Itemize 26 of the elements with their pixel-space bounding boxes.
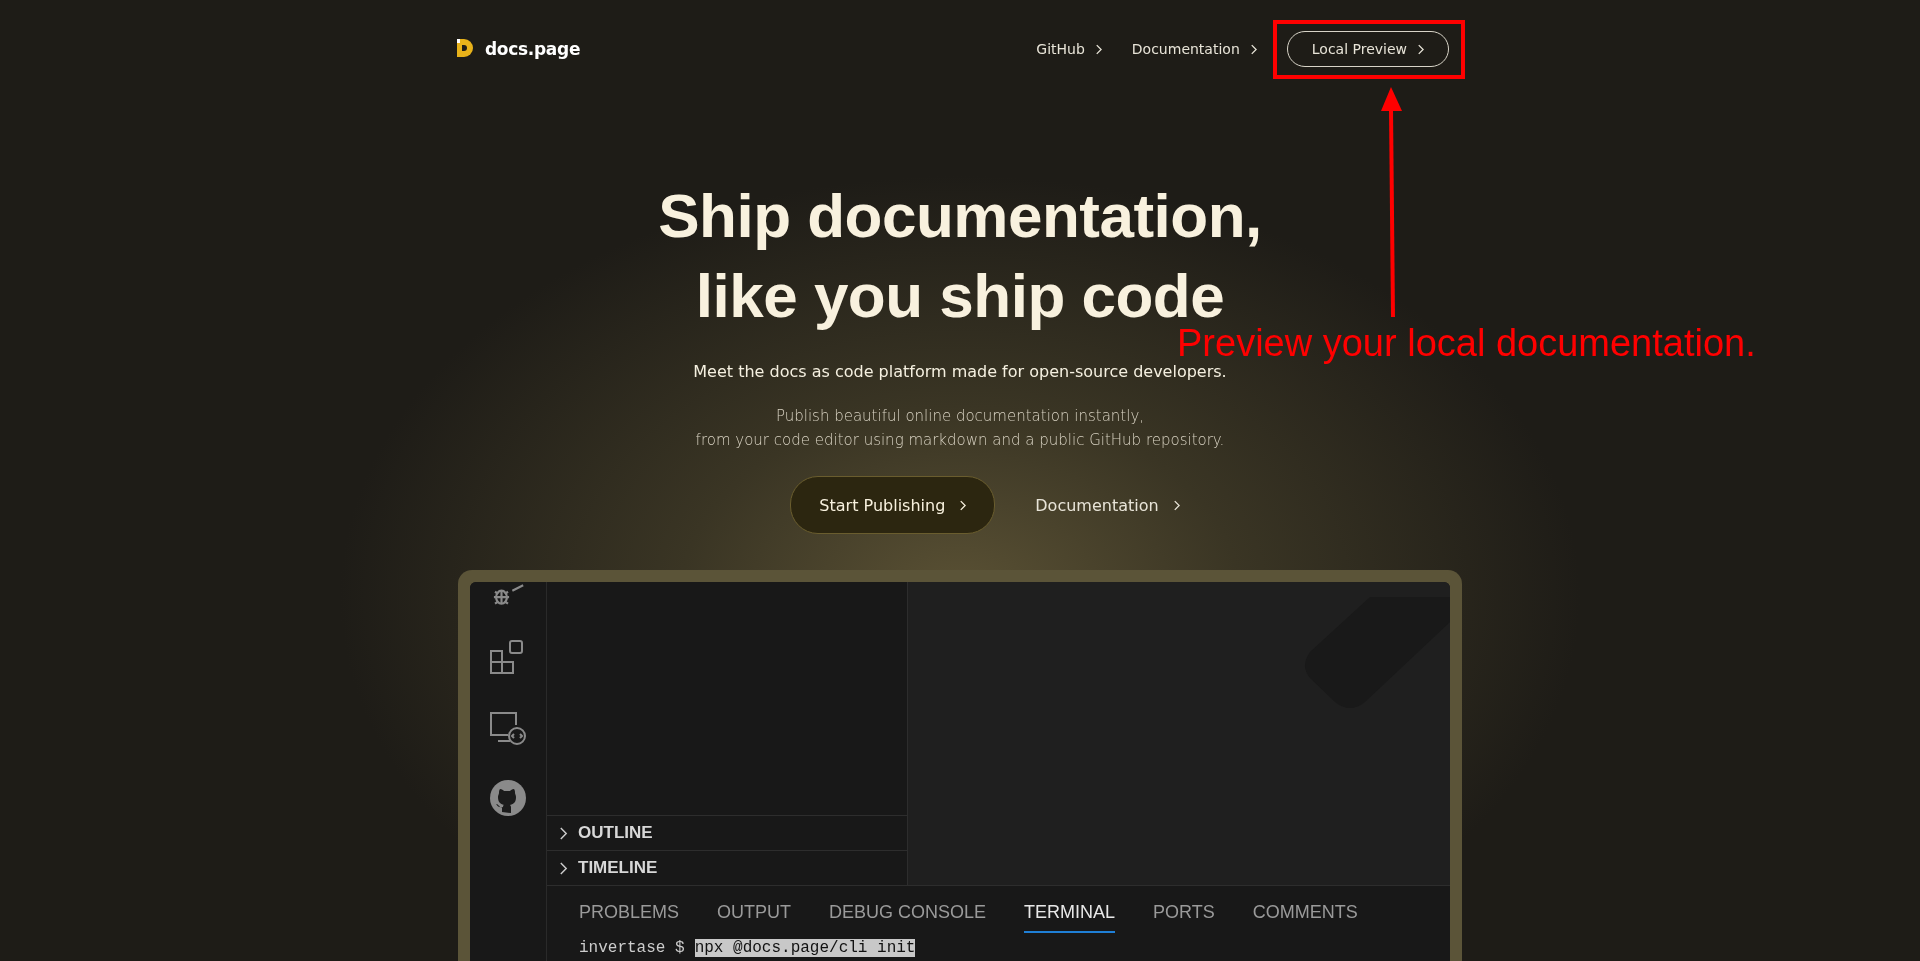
panel-tab[interactable]: PORTS <box>1153 902 1215 933</box>
start-publishing-button[interactable]: Start Publishing <box>790 476 996 534</box>
chevron-right-icon <box>1417 43 1424 55</box>
panel-tab[interactable]: TERMINAL <box>1024 902 1116 933</box>
terminal-prompt: invertase $ <box>579 939 685 957</box>
chevron-right-icon <box>959 499 967 511</box>
nav-link[interactable]: GitHub <box>1036 41 1102 57</box>
sidebar-section[interactable]: OUTLINE <box>547 815 907 850</box>
chevron-right-icon <box>1249 43 1257 55</box>
panel-tab[interactable]: PROBLEMS <box>579 902 680 933</box>
terminal-command: npx @docs.page/cli init <box>694 939 916 957</box>
nav-link[interactable]: Documentation <box>1131 41 1257 57</box>
chevron-right-icon <box>1172 499 1180 511</box>
chevron-right-icon <box>1094 43 1102 55</box>
hero-description: Publish beautiful online documentation instantly, from your code editor using markdown and a public GitHub repository. <box>694 406 1226 451</box>
panel-tab[interactable]: COMMENTS <box>1252 902 1358 933</box>
panel-tab[interactable]: OUTPUT <box>717 902 792 933</box>
logo-text[interactable]: docs.page <box>485 39 581 59</box>
chevron-icon <box>559 825 568 841</box>
logo-icon <box>455 38 475 60</box>
panel-tab[interactable]: DEBUG CONSOLE <box>829 902 987 933</box>
github-icon[interactable] <box>488 778 528 818</box>
chevron-icon <box>559 860 568 876</box>
documentation-link[interactable]: Documentation <box>1035 495 1180 515</box>
hero-subtitle: Meet the docs as code platform made for open-source developers. <box>692 362 1228 381</box>
annotation-text: Preview your local documentation. <box>1177 322 1756 365</box>
